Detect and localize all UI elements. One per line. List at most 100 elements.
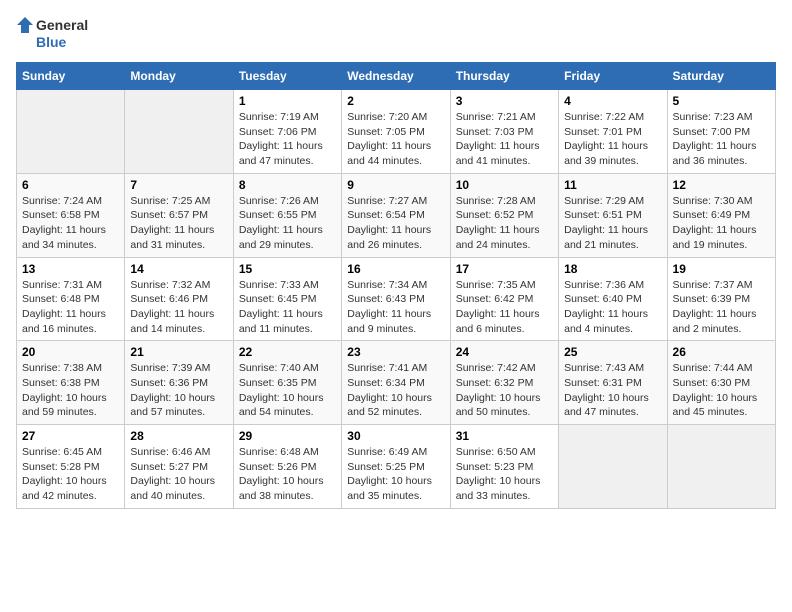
calendar-cell (559, 425, 667, 509)
logo-blue: Blue (36, 34, 66, 50)
day-number: 12 (673, 178, 770, 192)
day-number: 11 (564, 178, 661, 192)
calendar-body: 1 Sunrise: 7:19 AMSunset: 7:06 PMDaylight… (17, 90, 776, 509)
calendar-cell: 18 Sunrise: 7:36 AMSunset: 6:40 PMDayligh… (559, 257, 667, 341)
day-number: 1 (239, 94, 336, 108)
weekday-header-row: SundayMondayTuesdayWednesdayThursdayFrid… (17, 63, 776, 90)
calendar-cell: 31 Sunrise: 6:50 AMSunset: 5:23 PMDayligh… (450, 425, 558, 509)
calendar-week-row: 1 Sunrise: 7:19 AMSunset: 7:06 PMDaylight… (17, 90, 776, 174)
calendar-cell: 1 Sunrise: 7:19 AMSunset: 7:06 PMDaylight… (233, 90, 341, 174)
cell-details: Sunrise: 7:20 AMSunset: 7:05 PMDaylight:… (347, 110, 444, 169)
cell-details: Sunrise: 6:50 AMSunset: 5:23 PMDaylight:… (456, 445, 553, 504)
day-number: 15 (239, 262, 336, 276)
calendar-cell: 24 Sunrise: 7:42 AMSunset: 6:32 PMDayligh… (450, 341, 558, 425)
day-number: 28 (130, 429, 227, 443)
calendar-cell: 7 Sunrise: 7:25 AMSunset: 6:57 PMDaylight… (125, 173, 233, 257)
logo-graphic (16, 16, 34, 34)
weekday-header-cell: Monday (125, 63, 233, 90)
day-number: 16 (347, 262, 444, 276)
calendar-cell: 13 Sunrise: 7:31 AMSunset: 6:48 PMDayligh… (17, 257, 125, 341)
day-number: 24 (456, 345, 553, 359)
cell-details: Sunrise: 7:38 AMSunset: 6:38 PMDaylight:… (22, 361, 119, 420)
calendar-cell: 27Sunrise: 6:45 AMSunset: 5:28 PMDayligh… (17, 425, 125, 509)
calendar-cell (125, 90, 233, 174)
calendar-cell: 5Sunrise: 7:23 AMSunset: 7:00 PMDaylight… (667, 90, 775, 174)
day-number: 9 (347, 178, 444, 192)
calendar-cell: 22 Sunrise: 7:40 AMSunset: 6:35 PMDayligh… (233, 341, 341, 425)
logo-general: General (36, 17, 88, 33)
day-number: 7 (130, 178, 227, 192)
logo: General Blue (16, 16, 88, 50)
day-number: 25 (564, 345, 661, 359)
day-number: 13 (22, 262, 119, 276)
calendar-cell: 6 Sunrise: 7:24 AMSunset: 6:58 PMDaylight… (17, 173, 125, 257)
weekday-header-cell: Wednesday (342, 63, 450, 90)
cell-details: Sunrise: 7:40 AMSunset: 6:35 PMDaylight:… (239, 361, 336, 420)
cell-details: Sunrise: 7:32 AMSunset: 6:46 PMDaylight:… (130, 278, 227, 337)
day-number: 8 (239, 178, 336, 192)
day-number: 26 (673, 345, 770, 359)
cell-details: Sunrise: 7:30 AMSunset: 6:49 PMDaylight:… (673, 194, 770, 253)
calendar-cell: 23 Sunrise: 7:41 AMSunset: 6:34 PMDayligh… (342, 341, 450, 425)
cell-details: Sunrise: 7:22 AMSunset: 7:01 PMDaylight:… (564, 110, 661, 169)
cell-details: Sunrise: 7:23 AMSunset: 7:00 PMDaylight:… (673, 110, 770, 169)
cell-details: Sunrise: 7:27 AMSunset: 6:54 PMDaylight:… (347, 194, 444, 253)
day-number: 23 (347, 345, 444, 359)
day-number: 2 (347, 94, 444, 108)
page-header: General Blue (16, 16, 776, 50)
day-number: 22 (239, 345, 336, 359)
calendar-cell: 4Sunrise: 7:22 AMSunset: 7:01 PMDaylight… (559, 90, 667, 174)
day-number: 18 (564, 262, 661, 276)
calendar-week-row: 6 Sunrise: 7:24 AMSunset: 6:58 PMDaylight… (17, 173, 776, 257)
calendar-cell: 29 Sunrise: 6:48 AMSunset: 5:26 PMDayligh… (233, 425, 341, 509)
calendar-cell (667, 425, 775, 509)
day-number: 20 (22, 345, 119, 359)
calendar-cell: 30Sunrise: 6:49 AMSunset: 5:25 PMDayligh… (342, 425, 450, 509)
weekday-header-cell: Tuesday (233, 63, 341, 90)
cell-details: Sunrise: 7:19 AMSunset: 7:06 PMDaylight:… (239, 110, 336, 169)
calendar-cell: 28Sunrise: 6:46 AMSunset: 5:27 PMDayligh… (125, 425, 233, 509)
calendar-cell: 20 Sunrise: 7:38 AMSunset: 6:38 PMDayligh… (17, 341, 125, 425)
weekday-header-cell: Saturday (667, 63, 775, 90)
cell-details: Sunrise: 7:41 AMSunset: 6:34 PMDaylight:… (347, 361, 444, 420)
calendar-cell: 16Sunrise: 7:34 AMSunset: 6:43 PMDayligh… (342, 257, 450, 341)
logo-container: General Blue (16, 16, 88, 50)
calendar-cell: 12 Sunrise: 7:30 AMSunset: 6:49 PMDayligh… (667, 173, 775, 257)
calendar-cell: 3Sunrise: 7:21 AMSunset: 7:03 PMDaylight… (450, 90, 558, 174)
cell-details: Sunrise: 7:35 AMSunset: 6:42 PMDaylight:… (456, 278, 553, 337)
calendar-cell: 2 Sunrise: 7:20 AMSunset: 7:05 PMDaylight… (342, 90, 450, 174)
calendar-cell: 10Sunrise: 7:28 AMSunset: 6:52 PMDayligh… (450, 173, 558, 257)
cell-details: Sunrise: 6:49 AMSunset: 5:25 PMDaylight:… (347, 445, 444, 504)
calendar-cell: 17Sunrise: 7:35 AMSunset: 6:42 PMDayligh… (450, 257, 558, 341)
cell-details: Sunrise: 7:42 AMSunset: 6:32 PMDaylight:… (456, 361, 553, 420)
calendar-table: SundayMondayTuesdayWednesdayThursdayFrid… (16, 62, 776, 509)
cell-details: Sunrise: 6:48 AMSunset: 5:26 PMDaylight:… (239, 445, 336, 504)
day-number: 29 (239, 429, 336, 443)
cell-details: Sunrise: 7:24 AMSunset: 6:58 PMDaylight:… (22, 194, 119, 253)
cell-details: Sunrise: 7:31 AMSunset: 6:48 PMDaylight:… (22, 278, 119, 337)
day-number: 6 (22, 178, 119, 192)
weekday-header-cell: Thursday (450, 63, 558, 90)
day-number: 31 (456, 429, 553, 443)
cell-details: Sunrise: 7:33 AMSunset: 6:45 PMDaylight:… (239, 278, 336, 337)
day-number: 14 (130, 262, 227, 276)
cell-details: Sunrise: 7:21 AMSunset: 7:03 PMDaylight:… (456, 110, 553, 169)
cell-details: Sunrise: 7:44 AMSunset: 6:30 PMDaylight:… (673, 361, 770, 420)
cell-details: Sunrise: 7:26 AMSunset: 6:55 PMDaylight:… (239, 194, 336, 253)
cell-details: Sunrise: 7:29 AMSunset: 6:51 PMDaylight:… (564, 194, 661, 253)
cell-details: Sunrise: 7:37 AMSunset: 6:39 PMDaylight:… (673, 278, 770, 337)
calendar-cell: 21Sunrise: 7:39 AMSunset: 6:36 PMDayligh… (125, 341, 233, 425)
cell-details: Sunrise: 7:28 AMSunset: 6:52 PMDaylight:… (456, 194, 553, 253)
weekday-header-cell: Sunday (17, 63, 125, 90)
cell-details: Sunrise: 7:43 AMSunset: 6:31 PMDaylight:… (564, 361, 661, 420)
calendar-cell: 19 Sunrise: 7:37 AMSunset: 6:39 PMDayligh… (667, 257, 775, 341)
calendar-week-row: 20 Sunrise: 7:38 AMSunset: 6:38 PMDayligh… (17, 341, 776, 425)
day-number: 19 (673, 262, 770, 276)
cell-details: Sunrise: 7:25 AMSunset: 6:57 PMDaylight:… (130, 194, 227, 253)
calendar-cell (17, 90, 125, 174)
calendar-week-row: 13 Sunrise: 7:31 AMSunset: 6:48 PMDayligh… (17, 257, 776, 341)
calendar-week-row: 27Sunrise: 6:45 AMSunset: 5:28 PMDayligh… (17, 425, 776, 509)
cell-details: Sunrise: 7:36 AMSunset: 6:40 PMDaylight:… (564, 278, 661, 337)
calendar-cell: 8 Sunrise: 7:26 AMSunset: 6:55 PMDaylight… (233, 173, 341, 257)
calendar-cell: 11 Sunrise: 7:29 AMSunset: 6:51 PMDayligh… (559, 173, 667, 257)
